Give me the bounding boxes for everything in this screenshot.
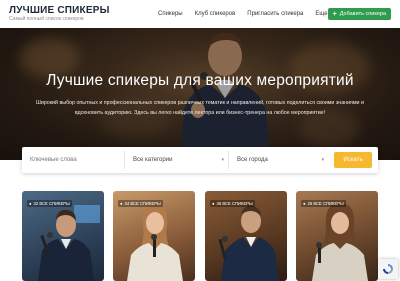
hero-description: Широкий выбор опытных и профессиональных…	[36, 100, 364, 116]
brand-title[interactable]: ЛУЧШИЕ СПИКЕРЫ	[9, 5, 110, 16]
site-header: ЛУЧШИЕ СПИКЕРЫ Самый полный список спике…	[0, 0, 400, 28]
add-speaker-button[interactable]: + Добавить спикера	[327, 8, 391, 20]
speaker-count-tag: ● 26 ВСЕ СПИКЕРЫ	[301, 200, 346, 207]
user-icon: ●	[29, 201, 32, 206]
plus-icon: +	[332, 10, 337, 18]
speaker-card[interactable]: ● 34 ВСЕ СПИКЕРЫ	[113, 191, 195, 281]
city-select-value: Все города	[237, 157, 268, 163]
search-bar: Ключевые слова Все категории ▾ Все город…	[22, 147, 378, 173]
speaker-count-tag-label: 34 ВСЕ СПИКЕРЫ	[124, 201, 161, 206]
add-speaker-label: Добавить спикера	[339, 11, 386, 17]
nav-item-speakers[interactable]: Спикеры	[158, 11, 183, 17]
speaker-card[interactable]: ● 26 ВСЕ СПИКЕРЫ	[296, 191, 378, 281]
brand-subtitle: Самый полный список спикеров	[9, 16, 84, 22]
nav-item-invite[interactable]: Пригласить спикера	[247, 11, 303, 17]
recaptcha-badge[interactable]	[378, 259, 398, 279]
chevron-down-icon: ▾	[221, 157, 224, 163]
speaker-count-tag: ● 36 ВСЕ СПИКЕРЫ	[210, 200, 255, 207]
main-nav: Спикеры Клуб спикеров Пригласить спикера…	[158, 0, 334, 28]
speaker-cards: ● 32 ВСЕ СПИКЕРЫ ● 34 ВСЕ СПИКЕРЫ ● 36 В…	[22, 191, 378, 281]
recaptcha-icon	[383, 264, 393, 274]
speaker-count-tag: ● 32 ВСЕ СПИКЕРЫ	[27, 200, 72, 207]
search-button[interactable]: Искать	[334, 152, 372, 168]
speaker-count-tag: ● 34 ВСЕ СПИКЕРЫ	[118, 200, 163, 207]
user-icon: ●	[303, 201, 306, 206]
user-icon: ●	[120, 201, 123, 206]
nav-item-more-label: Еще	[315, 11, 328, 17]
speaker-count-tag-label: 26 ВСЕ СПИКЕРЫ	[307, 201, 344, 206]
speaker-card[interactable]: ● 32 ВСЕ СПИКЕРЫ	[22, 191, 104, 281]
brand-logo[interactable]: ЛУЧШИЕ СПИКЕРЫ Самый полный список спике…	[9, 5, 110, 23]
speaker-card[interactable]: ● 36 ВСЕ СПИКЕРЫ	[205, 191, 287, 281]
hero-title: Лучшие спикеры для ваших мероприятий	[46, 72, 354, 89]
nav-item-club[interactable]: Клуб спикеров	[195, 11, 236, 17]
category-select[interactable]: Все категории ▾	[124, 151, 228, 169]
city-select[interactable]: Все города ▾	[228, 151, 328, 169]
speaker-count-tag-label: 36 ВСЕ СПИКЕРЫ	[216, 201, 253, 206]
hero-banner: Лучшие спикеры для ваших мероприятий Шир…	[0, 28, 400, 160]
speaker-count-tag-label: 32 ВСЕ СПИКЕРЫ	[33, 201, 70, 206]
user-icon: ●	[212, 201, 215, 206]
category-select-value: Все категории	[133, 157, 173, 163]
chevron-down-icon: ▾	[321, 157, 324, 163]
keywords-input[interactable]: Ключевые слова	[28, 151, 124, 169]
